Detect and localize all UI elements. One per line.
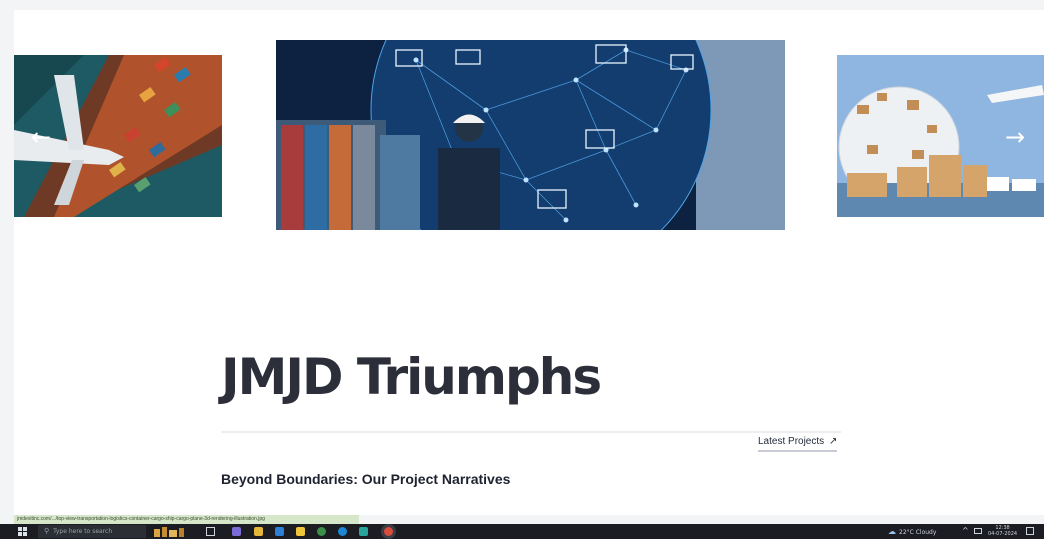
taskbar-clock[interactable]: 12:38 04-07-2024 [988, 525, 1017, 537]
app-icon-1[interactable] [232, 527, 241, 536]
latest-projects-label: Latest Projects [758, 436, 825, 447]
search-placeholder: Type here to search [53, 528, 113, 535]
network-globe-illustration [276, 40, 785, 230]
windows-start-icon[interactable] [18, 527, 27, 536]
windows-taskbar: ⚲ Type here to search ☁ 22°C Cloudy ^ 12:3… [0, 524, 1044, 539]
chrome-icon[interactable] [317, 527, 326, 536]
search-highlight-graphic [154, 527, 184, 537]
task-view-icon[interactable] [206, 527, 215, 536]
taskbar-search-box[interactable]: ⚲ Type here to search [38, 525, 146, 538]
slider-next-arrow-icon[interactable]: → [1000, 122, 1030, 152]
weather-widget[interactable]: ☁ 22°C Cloudy [888, 527, 936, 536]
slider-prev-arrow-icon[interactable]: ← [26, 122, 56, 152]
file-explorer-icon[interactable] [254, 527, 263, 536]
section-divider [221, 431, 841, 433]
network-icon[interactable] [974, 528, 982, 534]
active-browser-icon[interactable] [384, 527, 393, 536]
app-icon-7[interactable] [359, 527, 368, 536]
status-bar-url: jmdexitinc.com/.../top-view-transportati… [14, 515, 359, 524]
arrow-up-right-icon: ↗ [828, 436, 838, 447]
weather-text: 22°C Cloudy [899, 529, 937, 536]
clock-date: 04-07-2024 [988, 531, 1018, 537]
tray-chevron-icon[interactable]: ^ [962, 526, 969, 535]
app-icon-3[interactable] [275, 527, 284, 536]
notification-icon[interactable] [1026, 527, 1034, 535]
latest-projects-link[interactable]: Latest Projects ↗ [758, 436, 838, 452]
page-title: JMJD Triumphs [221, 348, 602, 406]
edge-icon[interactable] [338, 527, 347, 536]
cloud-icon: ☁ [888, 527, 896, 536]
section-subtitle: Beyond Boundaries: Our Project Narrative… [221, 471, 511, 487]
app-icon-4[interactable] [296, 527, 305, 536]
web-page: ← → JMJD Triumphs Latest Projects ↗ Beyo… [14, 10, 1044, 515]
search-icon: ⚲ [44, 527, 50, 535]
slide-image-network-globe[interactable] [276, 40, 785, 230]
